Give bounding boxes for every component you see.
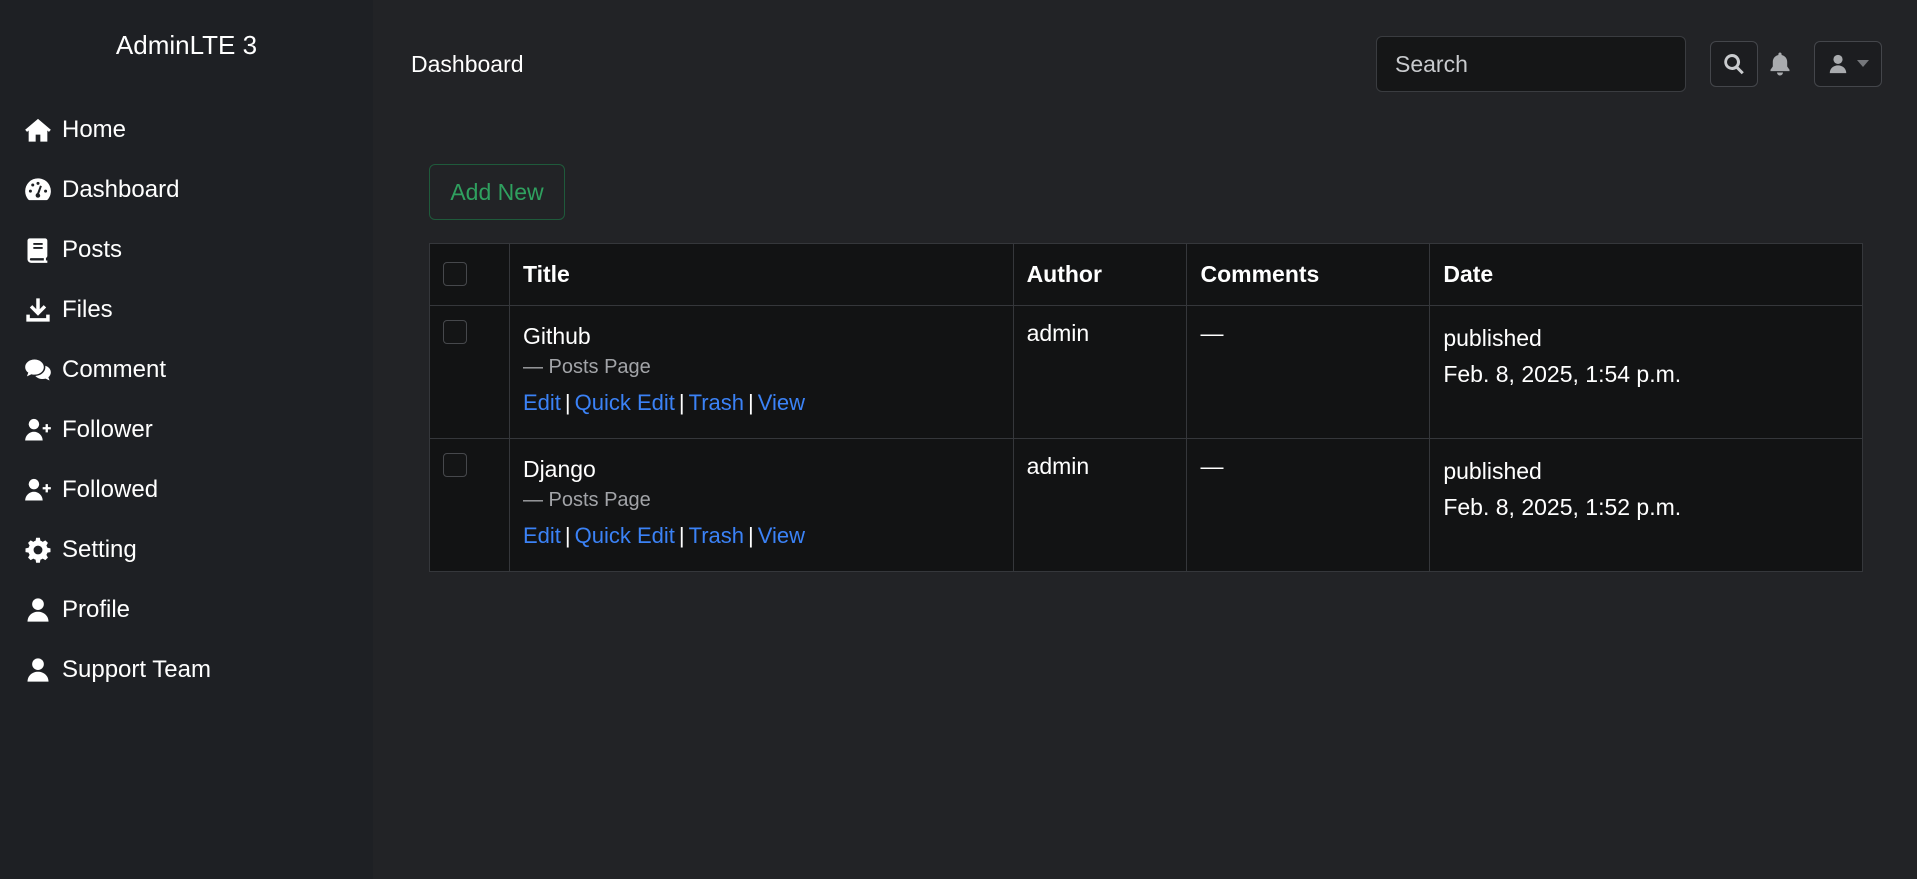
separator: | bbox=[678, 390, 685, 415]
search-icon bbox=[1724, 54, 1744, 75]
column-header-date[interactable]: Date bbox=[1429, 243, 1863, 306]
book-icon bbox=[22, 234, 54, 266]
separator: | bbox=[748, 523, 754, 548]
notifications-button[interactable] bbox=[1765, 46, 1795, 82]
search-button[interactable] bbox=[1710, 41, 1758, 87]
column-header-comments[interactable]: Comments bbox=[1186, 243, 1431, 306]
sidebar-item-dashboard[interactable]: Dashboard bbox=[22, 160, 211, 220]
select-all-checkbox[interactable] bbox=[443, 261, 467, 286]
user-icon bbox=[1829, 54, 1847, 74]
comments-icon bbox=[22, 354, 54, 386]
sidebar-item-profile[interactable]: Profile bbox=[22, 580, 211, 640]
sidebar-item-comment[interactable]: Comment bbox=[22, 340, 211, 400]
sidebar-item-support-team[interactable]: Support Team bbox=[22, 640, 211, 700]
separator: | bbox=[564, 390, 571, 415]
sidebar-item-files[interactable]: Files bbox=[22, 280, 211, 340]
caret-down-icon bbox=[1857, 60, 1869, 67]
gear-icon bbox=[22, 534, 54, 566]
column-header-title[interactable]: Title bbox=[508, 243, 1014, 306]
table-header-row: Title Author Comments Date bbox=[429, 243, 1863, 306]
date-cell: published Feb. 8, 2025, 1:54 p.m. bbox=[1429, 305, 1863, 439]
edit-link[interactable]: Edit bbox=[523, 390, 561, 415]
user-menu-button[interactable] bbox=[1814, 41, 1882, 87]
separator: | bbox=[678, 523, 685, 548]
page-title[interactable]: Dashboard bbox=[411, 51, 524, 78]
search-input[interactable] bbox=[1376, 36, 1686, 92]
quick-edit-link[interactable]: Quick Edit bbox=[575, 390, 675, 415]
sidebar-item-label: Dashboard bbox=[62, 176, 180, 203]
row-checkbox[interactable] bbox=[443, 320, 467, 344]
home-icon bbox=[22, 114, 54, 146]
brand-title[interactable]: AdminLTE 3 bbox=[0, 30, 373, 61]
post-date: Feb. 8, 2025, 1:54 p.m. bbox=[1443, 361, 1682, 387]
separator: | bbox=[564, 523, 571, 548]
table-row: Django — Posts Page Edit | Quick Edit | Tras… bbox=[429, 438, 1863, 572]
row-select-cell bbox=[429, 438, 510, 572]
gauge-icon bbox=[22, 174, 54, 206]
author-cell: admin bbox=[1012, 305, 1188, 439]
sidebar-item-followed[interactable]: Followed bbox=[22, 460, 211, 520]
post-title: Github bbox=[522, 323, 591, 349]
row-actions: Edit | Quick Edit | Trash | View bbox=[523, 521, 1000, 551]
separator: | bbox=[748, 390, 754, 415]
title-cell: Django — Posts Page Edit | Quick Edit | Tras… bbox=[508, 438, 1014, 572]
user-icon bbox=[22, 594, 54, 626]
row-actions: Edit | Quick Edit | Trash | View bbox=[523, 388, 1000, 418]
table-row: Github — Posts Page Edit | Quick Edit | Tras… bbox=[429, 305, 1863, 439]
post-title: Django bbox=[522, 456, 596, 482]
title-cell: Github — Posts Page Edit | Quick Edit | Tras… bbox=[508, 305, 1014, 439]
select-all-cell bbox=[429, 243, 510, 306]
row-select-cell bbox=[429, 305, 510, 439]
sidebar-item-label: Files bbox=[62, 296, 113, 323]
post-status: published bbox=[1443, 325, 1542, 351]
user-icon bbox=[22, 654, 54, 686]
sidebar: AdminLTE 3 Home Dashboard Posts Files Co… bbox=[0, 0, 373, 879]
post-subtitle: — Posts Page bbox=[522, 489, 651, 511]
user-plus-icon bbox=[22, 414, 54, 446]
sidebar-item-label: Follower bbox=[62, 416, 153, 443]
comments-cell: — bbox=[1186, 438, 1431, 572]
author-cell: admin bbox=[1012, 438, 1188, 572]
user-plus-icon bbox=[22, 474, 54, 506]
post-subtitle: — Posts Page bbox=[522, 356, 651, 378]
view-link[interactable]: View bbox=[758, 390, 805, 415]
posts-table: Title Author Comments Date Github — Post… bbox=[429, 243, 1863, 572]
bell-icon bbox=[1770, 52, 1790, 76]
sidebar-item-label: Setting bbox=[62, 536, 137, 563]
sidebar-item-follower[interactable]: Follower bbox=[22, 400, 211, 460]
sidebar-item-label: Home bbox=[62, 116, 127, 143]
sidebar-nav: Home Dashboard Posts Files Comment Follo… bbox=[22, 100, 211, 700]
quick-edit-link[interactable]: Quick Edit bbox=[575, 523, 675, 548]
sidebar-item-home[interactable]: Home bbox=[22, 100, 211, 160]
trash-link[interactable]: Trash bbox=[689, 523, 744, 548]
trash-link[interactable]: Trash bbox=[689, 390, 744, 415]
post-status: published bbox=[1443, 458, 1542, 484]
sidebar-item-label: Support Team bbox=[62, 656, 211, 683]
row-checkbox[interactable] bbox=[443, 453, 467, 477]
sidebar-item-label: Comment bbox=[62, 356, 167, 383]
download-icon bbox=[22, 294, 54, 326]
comments-cell: — bbox=[1186, 305, 1431, 439]
date-cell: published Feb. 8, 2025, 1:52 p.m. bbox=[1429, 438, 1863, 572]
post-date: Feb. 8, 2025, 1:52 p.m. bbox=[1443, 494, 1682, 520]
sidebar-item-label: Profile bbox=[62, 596, 131, 623]
column-header-author[interactable]: Author bbox=[1012, 243, 1188, 306]
sidebar-item-label: Followed bbox=[62, 476, 159, 503]
edit-link[interactable]: Edit bbox=[523, 523, 561, 548]
add-new-button[interactable]: Add New bbox=[429, 164, 565, 220]
sidebar-item-label: Posts bbox=[62, 236, 123, 263]
sidebar-item-posts[interactable]: Posts bbox=[22, 220, 211, 280]
view-link[interactable]: View bbox=[758, 523, 805, 548]
sidebar-item-setting[interactable]: Setting bbox=[22, 520, 211, 580]
